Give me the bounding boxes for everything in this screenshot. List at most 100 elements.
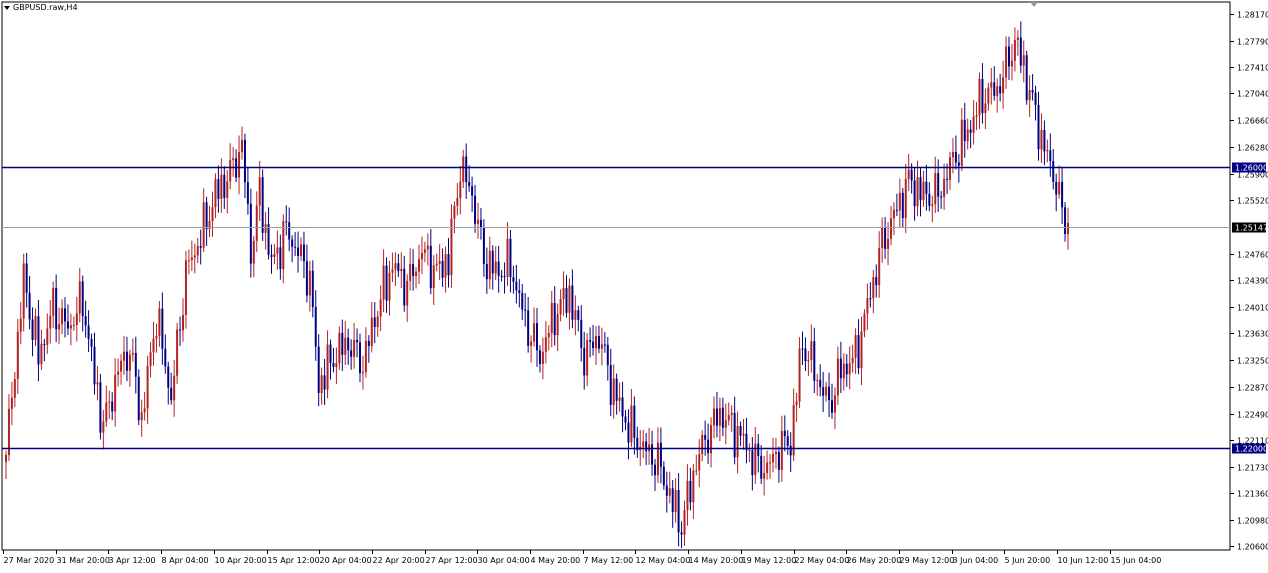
candle-down (267, 207, 270, 260)
candle-up (568, 278, 571, 330)
candle-down (704, 420, 707, 456)
candle-up (176, 322, 179, 384)
candle-up (656, 427, 659, 484)
candle-down (963, 102, 966, 158)
y-tick-label: 1.20980 (1237, 517, 1268, 526)
candle-up (966, 118, 969, 150)
dropdown-arrow-icon[interactable] (4, 5, 10, 10)
candle-down (875, 264, 878, 298)
candle-down (350, 339, 353, 370)
candle-up (453, 201, 456, 234)
candle-down (403, 255, 406, 312)
candle-down (1043, 120, 1046, 166)
candle-up (754, 426, 757, 484)
candle-up (934, 156, 937, 214)
candle-down (235, 149, 238, 182)
candle-down (1034, 85, 1037, 121)
candle-down (1031, 74, 1034, 101)
candle-up (586, 332, 589, 387)
candle-up (724, 403, 727, 445)
candle-up (562, 271, 565, 316)
candle-up (420, 236, 423, 275)
candle-down (137, 369, 140, 426)
candle-up (792, 388, 795, 461)
candle-down (356, 328, 359, 358)
chart-title-bar[interactable]: GBPUSD.raw,H4 (4, 3, 78, 12)
candle-down (125, 336, 128, 382)
candle-up (220, 158, 223, 213)
candle-up (674, 478, 677, 523)
candle-down (721, 397, 724, 437)
candle-down (297, 231, 300, 273)
candle-down (288, 207, 291, 252)
y-tick-label: 1.22870 (1237, 384, 1268, 393)
candle-down (589, 327, 592, 358)
candle-down (518, 279, 521, 308)
x-tick-label: 14 May 20:00 (689, 556, 744, 565)
candle-down (1064, 202, 1067, 242)
candle-up (890, 206, 892, 246)
candle-down (37, 299, 40, 382)
x-tick-label: 26 May 20:00 (847, 556, 902, 565)
candle-down (609, 348, 612, 417)
candle-up (69, 313, 72, 346)
candle-down (919, 168, 922, 217)
candle-down (99, 374, 102, 440)
candle-up (394, 252, 397, 286)
price-chart[interactable]: 1.28170 1.27790 1.27410 1.27040 1.26660 1.262… (0, 0, 1268, 569)
candle-down (64, 297, 66, 338)
candle-up (547, 325, 550, 351)
candle-up (22, 253, 25, 332)
y-tick-label: 1.27410 (1237, 64, 1268, 73)
candle-up (444, 246, 447, 293)
candle-up (907, 153, 910, 192)
x-tick-label: 31 Mar 20:00 (57, 556, 110, 565)
candle-down (25, 252, 28, 308)
candle-up (1010, 43, 1013, 81)
candle-up (1040, 113, 1043, 164)
candle-up (400, 252, 403, 288)
y-tick-label: 1.24390 (1237, 277, 1268, 286)
candle-down (170, 372, 173, 405)
candle-up (10, 381, 13, 426)
candle-up (987, 82, 990, 111)
candle-up (241, 126, 243, 160)
candle-down (662, 461, 665, 490)
x-tick-label: 12 May 04:00 (636, 556, 691, 565)
candle-down (633, 396, 636, 455)
candle-down (329, 339, 332, 380)
y-tick-label: 1.24760 (1237, 251, 1268, 260)
candle-up (173, 359, 176, 417)
candle-down (279, 234, 282, 280)
candle-down (341, 319, 344, 371)
candle-up (114, 358, 117, 427)
chart-canvas[interactable]: 1.28170 1.27790 1.27410 1.27040 1.26660 1.262… (0, 0, 1268, 569)
candle-down (954, 135, 957, 170)
candle-up (438, 244, 441, 281)
candle-up (1028, 75, 1031, 117)
candle-down (1019, 21, 1022, 74)
candle-down (412, 249, 415, 291)
candle-up (49, 300, 52, 344)
candle-down (521, 284, 524, 320)
candle-up (308, 260, 311, 312)
y-tick-label: 1.23250 (1237, 357, 1268, 366)
candle-up (61, 299, 64, 335)
candle-down (359, 333, 361, 383)
candle-down (246, 166, 249, 215)
candle-down (969, 120, 972, 149)
candle-down (845, 354, 848, 387)
candle-down (87, 310, 90, 353)
candle-up (533, 307, 536, 347)
candle-up (158, 301, 161, 347)
candle-down (217, 165, 220, 213)
candle-up (7, 394, 10, 462)
candle-down (373, 302, 376, 344)
candle-up (798, 337, 801, 409)
candle-up (258, 160, 261, 222)
candle-up (816, 373, 819, 396)
candle-up (300, 237, 302, 261)
candle-up (1002, 60, 1005, 109)
candle-up (612, 364, 615, 419)
y-tick-label: 1.21730 (1237, 464, 1268, 473)
